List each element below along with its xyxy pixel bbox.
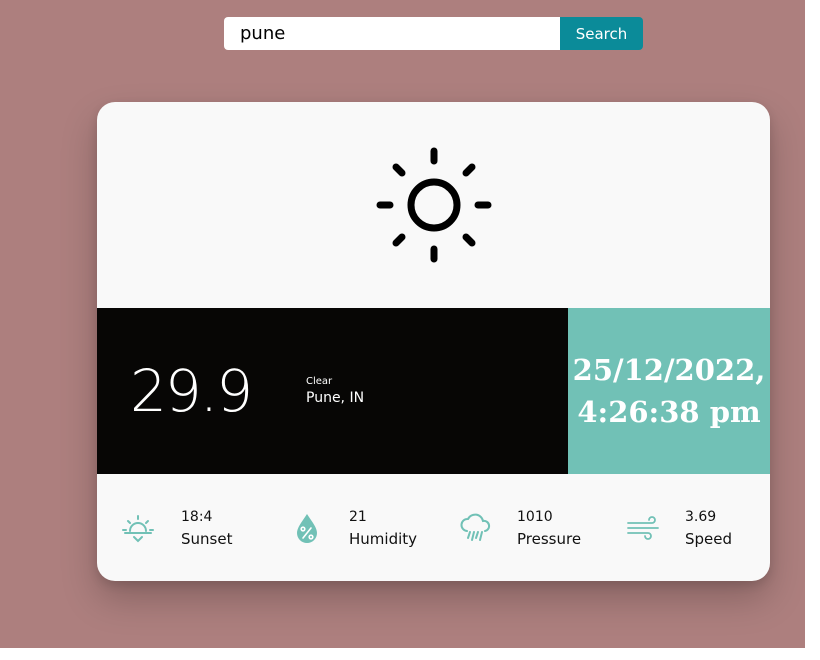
- stat-humidity-label: Humidity: [349, 530, 418, 548]
- stat-pressure-label: Pressure: [517, 530, 582, 548]
- sunset-icon: [122, 515, 154, 543]
- weather-stats-row: 18:4 Sunset 21 Humidity 1010 Pressure 3.…: [97, 474, 770, 581]
- datetime-panel: 25/12/2022, 4:26:38 pm: [568, 308, 770, 474]
- stat-pressure: 1010 Pressure: [458, 474, 608, 581]
- stat-sunset-label: Sunset: [181, 530, 233, 548]
- stat-wind-label: Speed: [685, 530, 733, 548]
- stat-wind: 3.69 Speed: [626, 474, 766, 581]
- wind-icon: [627, 516, 659, 540]
- search-bar: Search: [224, 17, 643, 50]
- search-input[interactable]: [224, 17, 560, 50]
- temperature-value: 29.9: [130, 357, 253, 425]
- weather-icon-area: [97, 102, 770, 308]
- stat-sunset-value: 18:4: [181, 509, 213, 525]
- location-label: Pune, IN: [306, 390, 365, 406]
- humidity-icon: [297, 514, 317, 543]
- stat-humidity: 21 Humidity: [290, 474, 440, 581]
- datetime-text: 25/12/2022, 4:26:38 pm: [572, 353, 766, 429]
- stat-pressure-value: 1010: [517, 509, 553, 525]
- weather-card: 29.9 Clear Pune, IN 25/12/2022, 4:26:38 …: [97, 102, 770, 581]
- stat-sunset: 18:4 Sunset: [121, 474, 271, 581]
- stat-wind-value: 3.69: [685, 509, 717, 525]
- current-conditions-band: 29.9 Clear Pune, IN 25/12/2022, 4:26:38 …: [97, 308, 770, 474]
- search-button[interactable]: Search: [560, 17, 643, 50]
- weather-condition: Clear: [306, 376, 333, 387]
- temperature-panel: 29.9 Clear Pune, IN: [97, 308, 568, 474]
- stat-humidity-value: 21: [349, 509, 367, 525]
- sun-icon: [376, 147, 491, 263]
- pressure-icon: [460, 513, 491, 541]
- weather-app-page: Search 29.9 Clear: [0, 0, 805, 648]
